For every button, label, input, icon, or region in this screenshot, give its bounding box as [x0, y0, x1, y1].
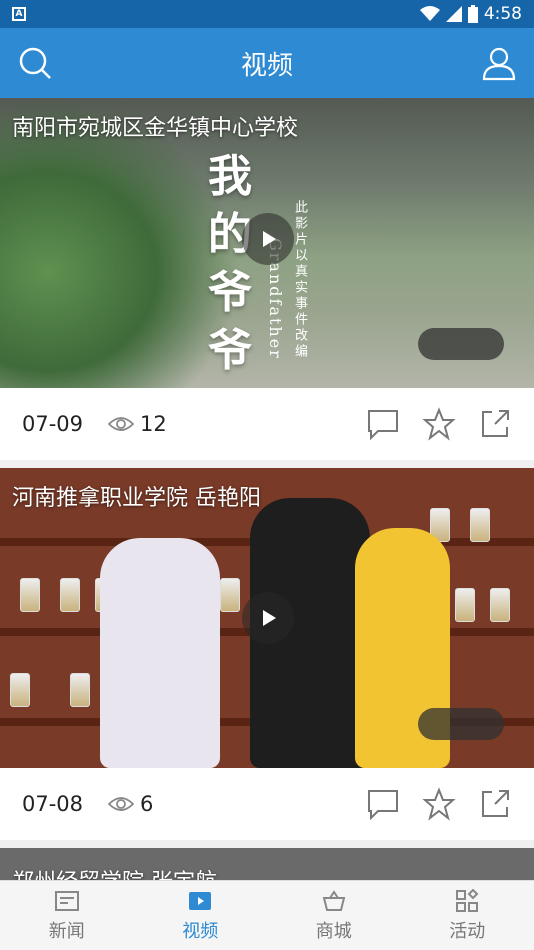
play-button[interactable] [242, 592, 294, 644]
person-left [100, 538, 220, 768]
video-date: 07-08 [22, 792, 84, 816]
jar [70, 673, 90, 707]
shop-icon [322, 889, 346, 911]
nav-item-activity[interactable]: 活动 [401, 881, 534, 950]
search-icon[interactable] [16, 44, 54, 82]
jar [10, 673, 30, 707]
jar [20, 578, 40, 612]
news-icon [54, 890, 79, 911]
eye-icon [108, 797, 134, 811]
star-icon[interactable] [422, 787, 456, 821]
video-card: 我 的 爷 爷 Grandfather 此影片以真实事件改编 南阳市宛城区金华镇… [0, 98, 534, 460]
view-count: 6 [108, 792, 153, 816]
comment-icon[interactable] [366, 407, 400, 441]
wifi-icon [419, 6, 440, 21]
nav-item-shop[interactable]: 商城 [267, 881, 401, 950]
app-badge-icon: A [12, 7, 26, 21]
video-feed: 我 的 爷 爷 Grandfather 此影片以真实事件改编 南阳市宛城区金华镇… [0, 98, 534, 908]
video-card: 河南推拿职业学院 岳艳阳 07-08 6 [0, 468, 534, 840]
video-meta: 07-08 6 [0, 768, 534, 840]
play-icon [263, 610, 276, 626]
video-actions [366, 787, 512, 821]
jar [470, 508, 490, 542]
bottom-nav: 新闻 视频 商城 活动 [0, 880, 534, 950]
video-title: 河南推拿职业学院 岳艳阳 [12, 486, 261, 511]
poster-note: 此影片以真实事件改编 [292, 200, 307, 360]
video-thumbnail[interactable]: 我 的 爷 爷 Grandfather 此影片以真实事件改编 南阳市宛城区金华镇… [0, 98, 534, 388]
activity-icon [456, 888, 479, 912]
app-bar: 视频 [0, 28, 534, 98]
video-thumbnail[interactable]: 河南推拿职业学院 岳艳阳 [0, 468, 534, 768]
video-meta: 07-09 12 [0, 388, 534, 460]
view-count: 12 [108, 412, 167, 436]
star-icon[interactable] [422, 407, 456, 441]
signal-icon [445, 6, 462, 22]
video-icon [189, 891, 212, 910]
nav-item-video[interactable]: 视频 [134, 881, 268, 950]
jar [455, 588, 475, 622]
video-actions [366, 407, 512, 441]
jar [220, 578, 240, 612]
share-icon[interactable] [478, 787, 512, 821]
comment-icon[interactable] [366, 787, 400, 821]
jar [490, 588, 510, 622]
play-button[interactable] [242, 213, 294, 265]
nav-item-news[interactable]: 新闻 [0, 881, 134, 950]
duration-badge [418, 708, 504, 740]
clock: 4:58 [483, 4, 522, 24]
video-title: 南阳市宛城区金华镇中心学校 [12, 116, 299, 141]
play-icon [263, 231, 276, 247]
battery-icon [467, 5, 478, 23]
eye-icon [108, 417, 134, 431]
status-bar: A 4:58 [0, 0, 534, 28]
share-icon[interactable] [478, 407, 512, 441]
user-icon[interactable] [480, 44, 518, 82]
page-title: 视频 [240, 50, 293, 81]
poster-title: 我 的 爷 爷 [208, 151, 252, 376]
video-date: 07-09 [22, 412, 84, 436]
duration-badge [418, 328, 504, 360]
jar [60, 578, 80, 612]
